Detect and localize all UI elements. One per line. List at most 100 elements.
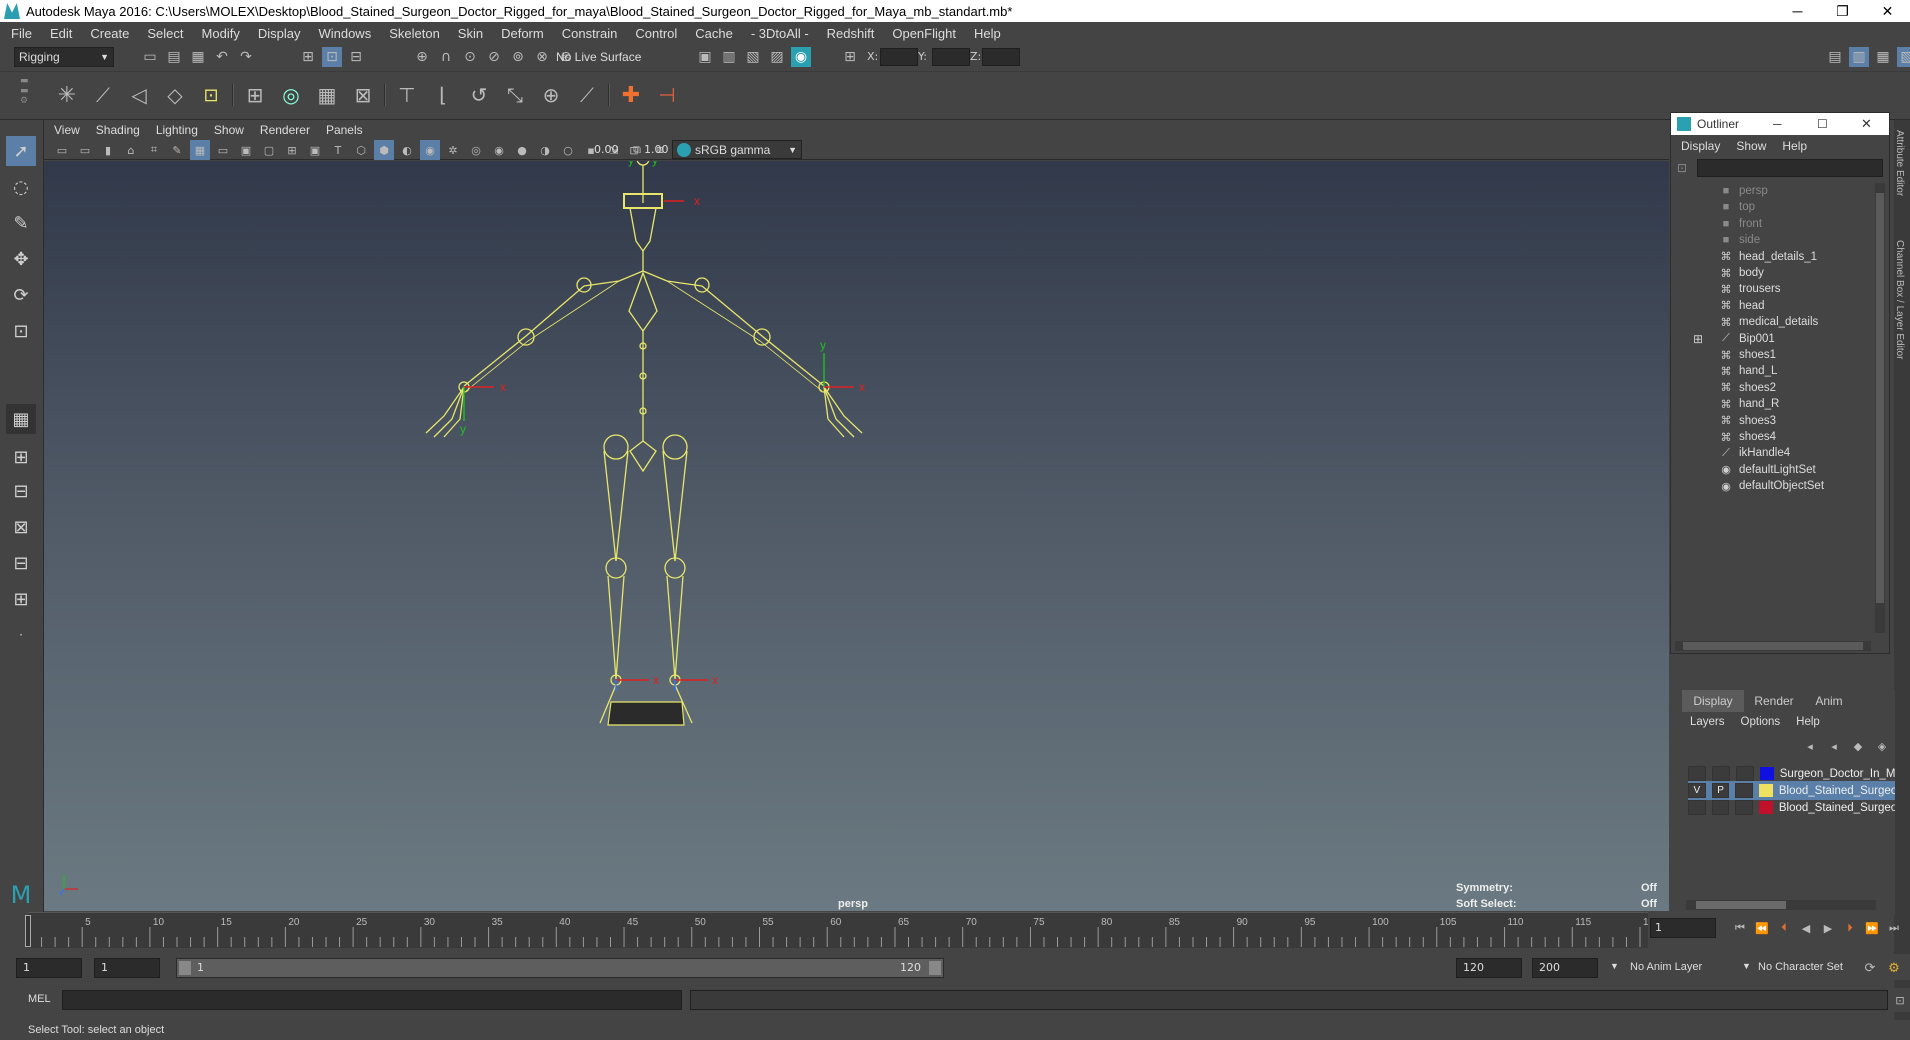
playback-toggle[interactable]	[1711, 766, 1730, 781]
two-d-pan-icon[interactable]: ⌗	[144, 140, 164, 160]
tab-render[interactable]: Render	[1746, 690, 1802, 712]
orient-joint-icon[interactable]: ◇	[160, 80, 190, 110]
start-frame-field[interactable]: 1	[16, 958, 82, 978]
orient-constraint-icon[interactable]: ↺	[464, 80, 494, 110]
snap-point-icon[interactable]: ⊙	[460, 47, 480, 67]
step-forward-frame-icon[interactable]: ⏩	[1862, 918, 1882, 938]
menu-modify[interactable]: Modify	[202, 26, 240, 41]
menu-help[interactable]: Help	[974, 26, 1001, 41]
snap-curve-icon[interactable]: ∩	[436, 47, 456, 67]
side-by-side-layout-icon[interactable]: ⊟	[6, 476, 36, 506]
move-tool-icon[interactable]: ✥	[6, 244, 36, 274]
grease-pencil-icon[interactable]: ✎	[167, 140, 187, 160]
menu-skin[interactable]: Skin	[458, 26, 483, 41]
smooth-bind-icon[interactable]: ◎	[276, 80, 306, 110]
field-chart-icon[interactable]: ⊞	[282, 140, 302, 160]
aim-constraint-icon[interactable]: ⊕	[536, 80, 566, 110]
restore-button[interactable]: ❐	[1820, 0, 1865, 22]
layer-row[interactable]: Blood_Stained_Surgeo	[1688, 798, 1895, 817]
time-slider[interactable]: 1510152025303540455055606570758085909510…	[25, 912, 1648, 948]
redo-icon[interactable]: ↷	[236, 47, 256, 67]
outliner-menu-show[interactable]: Show	[1736, 139, 1766, 153]
move-layer-up-icon[interactable]: ◂	[1800, 736, 1820, 756]
paint-weights-icon[interactable]: ▦	[312, 80, 342, 110]
outliner-scrollbar[interactable]	[1875, 183, 1885, 633]
go-to-start-icon[interactable]: ⏮	[1730, 918, 1750, 938]
menu-3dtoall[interactable]: - 3DtoAll -	[751, 26, 809, 41]
outliner-menu-help[interactable]: Help	[1782, 139, 1807, 153]
select-hierarchy-icon[interactable]: ⊞	[298, 47, 318, 67]
save-scene-icon[interactable]: ▦	[188, 47, 208, 67]
snap-view-icon[interactable]: ⊘	[484, 47, 504, 67]
gate-mask-icon[interactable]: ▢	[259, 140, 279, 160]
viewport-menu-shading[interactable]: Shading	[96, 123, 140, 137]
minimize-button[interactable]: ─	[1775, 0, 1820, 22]
layer-color-swatch[interactable]	[1759, 767, 1774, 780]
new-layer-selected-icon[interactable]: ◈	[1872, 736, 1892, 756]
mel-label[interactable]: MEL	[28, 993, 51, 1005]
end-frame-field[interactable]: 200	[1532, 958, 1598, 978]
menu-deform[interactable]: Deform	[501, 26, 544, 41]
menu-openflight[interactable]: OpenFlight	[892, 26, 956, 41]
shelf-tab-arrows[interactable]: ▬ ▬ ⚙	[20, 76, 29, 106]
locator-icon[interactable]: ✚	[616, 80, 646, 110]
lasso-tool-icon[interactable]: ◌	[6, 172, 36, 202]
layer-h-scrollbar[interactable]	[1686, 900, 1876, 910]
viewport-menu-view[interactable]: View	[54, 123, 80, 137]
smooth-shade-icon[interactable]: ⬢	[374, 140, 394, 160]
resolution-gate-icon[interactable]: ▣	[236, 140, 256, 160]
exposure-value[interactable]: 0.00	[594, 143, 619, 156]
channel-box-toggle-icon[interactable]: ▧	[1897, 47, 1910, 67]
scale-constraint-icon[interactable]: ⤡	[500, 80, 530, 110]
play-forward-icon[interactable]: ▶	[1818, 918, 1838, 938]
menuset-dropdown[interactable]: Rigging ▼	[14, 47, 114, 67]
viewport-menu-show[interactable]: Show	[214, 123, 244, 137]
parent-constraint-icon[interactable]: ⊣	[652, 80, 682, 110]
layer-menu-layers[interactable]: Layers	[1690, 716, 1725, 728]
tab-anim[interactable]: Anim	[1804, 690, 1854, 712]
insert-joint-icon[interactable]: ⟋	[88, 80, 118, 110]
menu-windows[interactable]: Windows	[318, 26, 371, 41]
step-back-frame-icon[interactable]: ⏪	[1752, 918, 1772, 938]
select-tool-icon[interactable]: ➚	[6, 136, 36, 166]
bind-skin-icon[interactable]: ⊞	[240, 80, 270, 110]
color-space-dropdown[interactable]: sRGB gamma ▼	[672, 140, 802, 159]
move-layer-down-icon[interactable]: ◂	[1824, 736, 1844, 756]
tab-display[interactable]: Display	[1682, 690, 1744, 712]
playback-toggle[interactable]	[1711, 800, 1730, 815]
viewport-menu-panels[interactable]: Panels	[326, 123, 363, 137]
wireframe-icon[interactable]: ⬡	[351, 140, 371, 160]
redshift-render-icon[interactable]: ◉	[791, 47, 811, 67]
current-frame-field[interactable]: 1	[1650, 918, 1716, 938]
motion-blur-icon[interactable]: ●	[512, 140, 532, 160]
ambient-occlusion-icon[interactable]: ◉	[489, 140, 509, 160]
playback-end-field[interactable]: 120	[1456, 958, 1522, 978]
bookmark-icon[interactable]: ▮	[98, 140, 118, 160]
tool-settings-toggle-icon[interactable]: ▦	[1873, 47, 1893, 67]
outliner-search-input[interactable]	[1697, 159, 1883, 177]
persp-graph-layout-icon[interactable]: ⊟	[6, 548, 36, 578]
rotate-tool-icon[interactable]: ⟳	[6, 280, 36, 310]
close-icon[interactable]: ✕	[1861, 116, 1872, 132]
x-field[interactable]	[880, 48, 918, 66]
menu-select[interactable]: Select	[147, 26, 183, 41]
go-to-end-icon[interactable]: ⏭	[1884, 918, 1904, 938]
depth-of-field-icon[interactable]: ○	[558, 140, 578, 160]
shadows-icon[interactable]: ✲	[443, 140, 463, 160]
attribute-editor-tab[interactable]: Attribute Editor	[1894, 130, 1905, 196]
layer-color-swatch[interactable]	[1759, 801, 1773, 814]
skeleton-rig[interactable]: x y y x y x y x x	[44, 161, 1669, 911]
select-object-icon[interactable]: ⊡	[322, 47, 342, 67]
viewport-menu-lighting[interactable]: Lighting	[156, 123, 198, 137]
channel-box-tab[interactable]: Channel Box / Layer Editor	[1894, 240, 1905, 360]
persp-viewport[interactable]: x y y x y x y x x persp Symmetry: Off So…	[44, 161, 1669, 911]
new-empty-layer-icon[interactable]: ◆	[1848, 736, 1868, 756]
layer-color-swatch[interactable]	[1759, 784, 1773, 797]
minimize-icon[interactable]: ─	[1773, 117, 1782, 131]
open-scene-icon[interactable]: ▤	[164, 47, 184, 67]
menu-skeleton[interactable]: Skeleton	[389, 26, 440, 41]
render-settings-icon[interactable]: ▧	[743, 47, 763, 67]
visibility-toggle[interactable]	[1688, 800, 1706, 815]
step-back-key-icon[interactable]: ⏴	[1774, 918, 1794, 938]
render-frame-icon[interactable]: ▣	[695, 47, 715, 67]
